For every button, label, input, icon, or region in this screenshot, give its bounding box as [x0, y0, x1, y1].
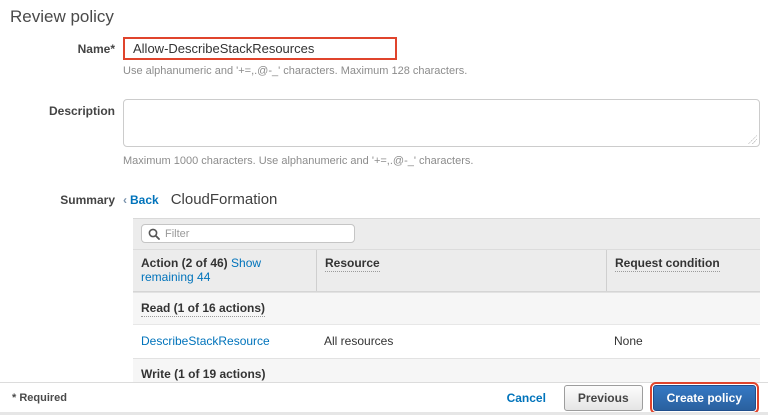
name-label: Name*	[0, 37, 115, 56]
page-title: Review policy	[0, 0, 768, 27]
condition-cell: None	[606, 325, 760, 358]
required-note: * Required	[12, 392, 67, 404]
column-header-action: Action (2 of 46) Show remaining 44	[133, 250, 316, 291]
filter-input[interactable]	[165, 228, 348, 240]
filter-bar	[133, 218, 760, 249]
create-policy-button[interactable]: Create policy	[653, 385, 756, 411]
table-row: DescribeStackResource All resources None	[133, 324, 760, 358]
column-header-resource: Resource	[316, 250, 606, 291]
resource-cell: All resources	[316, 325, 606, 358]
table-header-row: Action (2 of 46) Show remaining 44 Resou…	[133, 249, 760, 292]
description-help-text: Maximum 1000 characters. Use alphanumeri…	[123, 155, 768, 167]
summary-row: Summary ‹Back CloudFormation	[0, 191, 768, 208]
chevron-left-icon: ‹	[123, 193, 127, 207]
search-icon	[148, 228, 160, 240]
description-row: Description	[0, 99, 768, 150]
name-help-text: Use alphanumeric and '+=,.@-_' character…	[123, 65, 768, 77]
filter-box[interactable]	[141, 224, 355, 243]
policy-description-textarea[interactable]	[123, 99, 760, 147]
cancel-link[interactable]: Cancel	[507, 391, 546, 405]
name-row: Name*	[0, 37, 768, 60]
back-link[interactable]: ‹Back	[123, 193, 159, 207]
previous-button[interactable]: Previous	[564, 385, 643, 411]
action-link-describestackresource[interactable]: DescribeStackResource	[141, 334, 270, 348]
group-header-read: Read (1 of 16 actions)	[133, 292, 760, 324]
review-policy-form: Name* Use alphanumeric and '+=,.@-_' cha…	[0, 37, 768, 415]
description-label: Description	[0, 99, 115, 118]
back-link-label: Back	[130, 193, 159, 207]
column-header-request-condition: Request condition	[606, 250, 760, 291]
summary-label: Summary	[0, 193, 115, 207]
policy-name-input[interactable]	[123, 37, 397, 60]
service-name: CloudFormation	[171, 191, 278, 208]
footer-bar: * Required Cancel Previous Create policy	[0, 382, 768, 412]
